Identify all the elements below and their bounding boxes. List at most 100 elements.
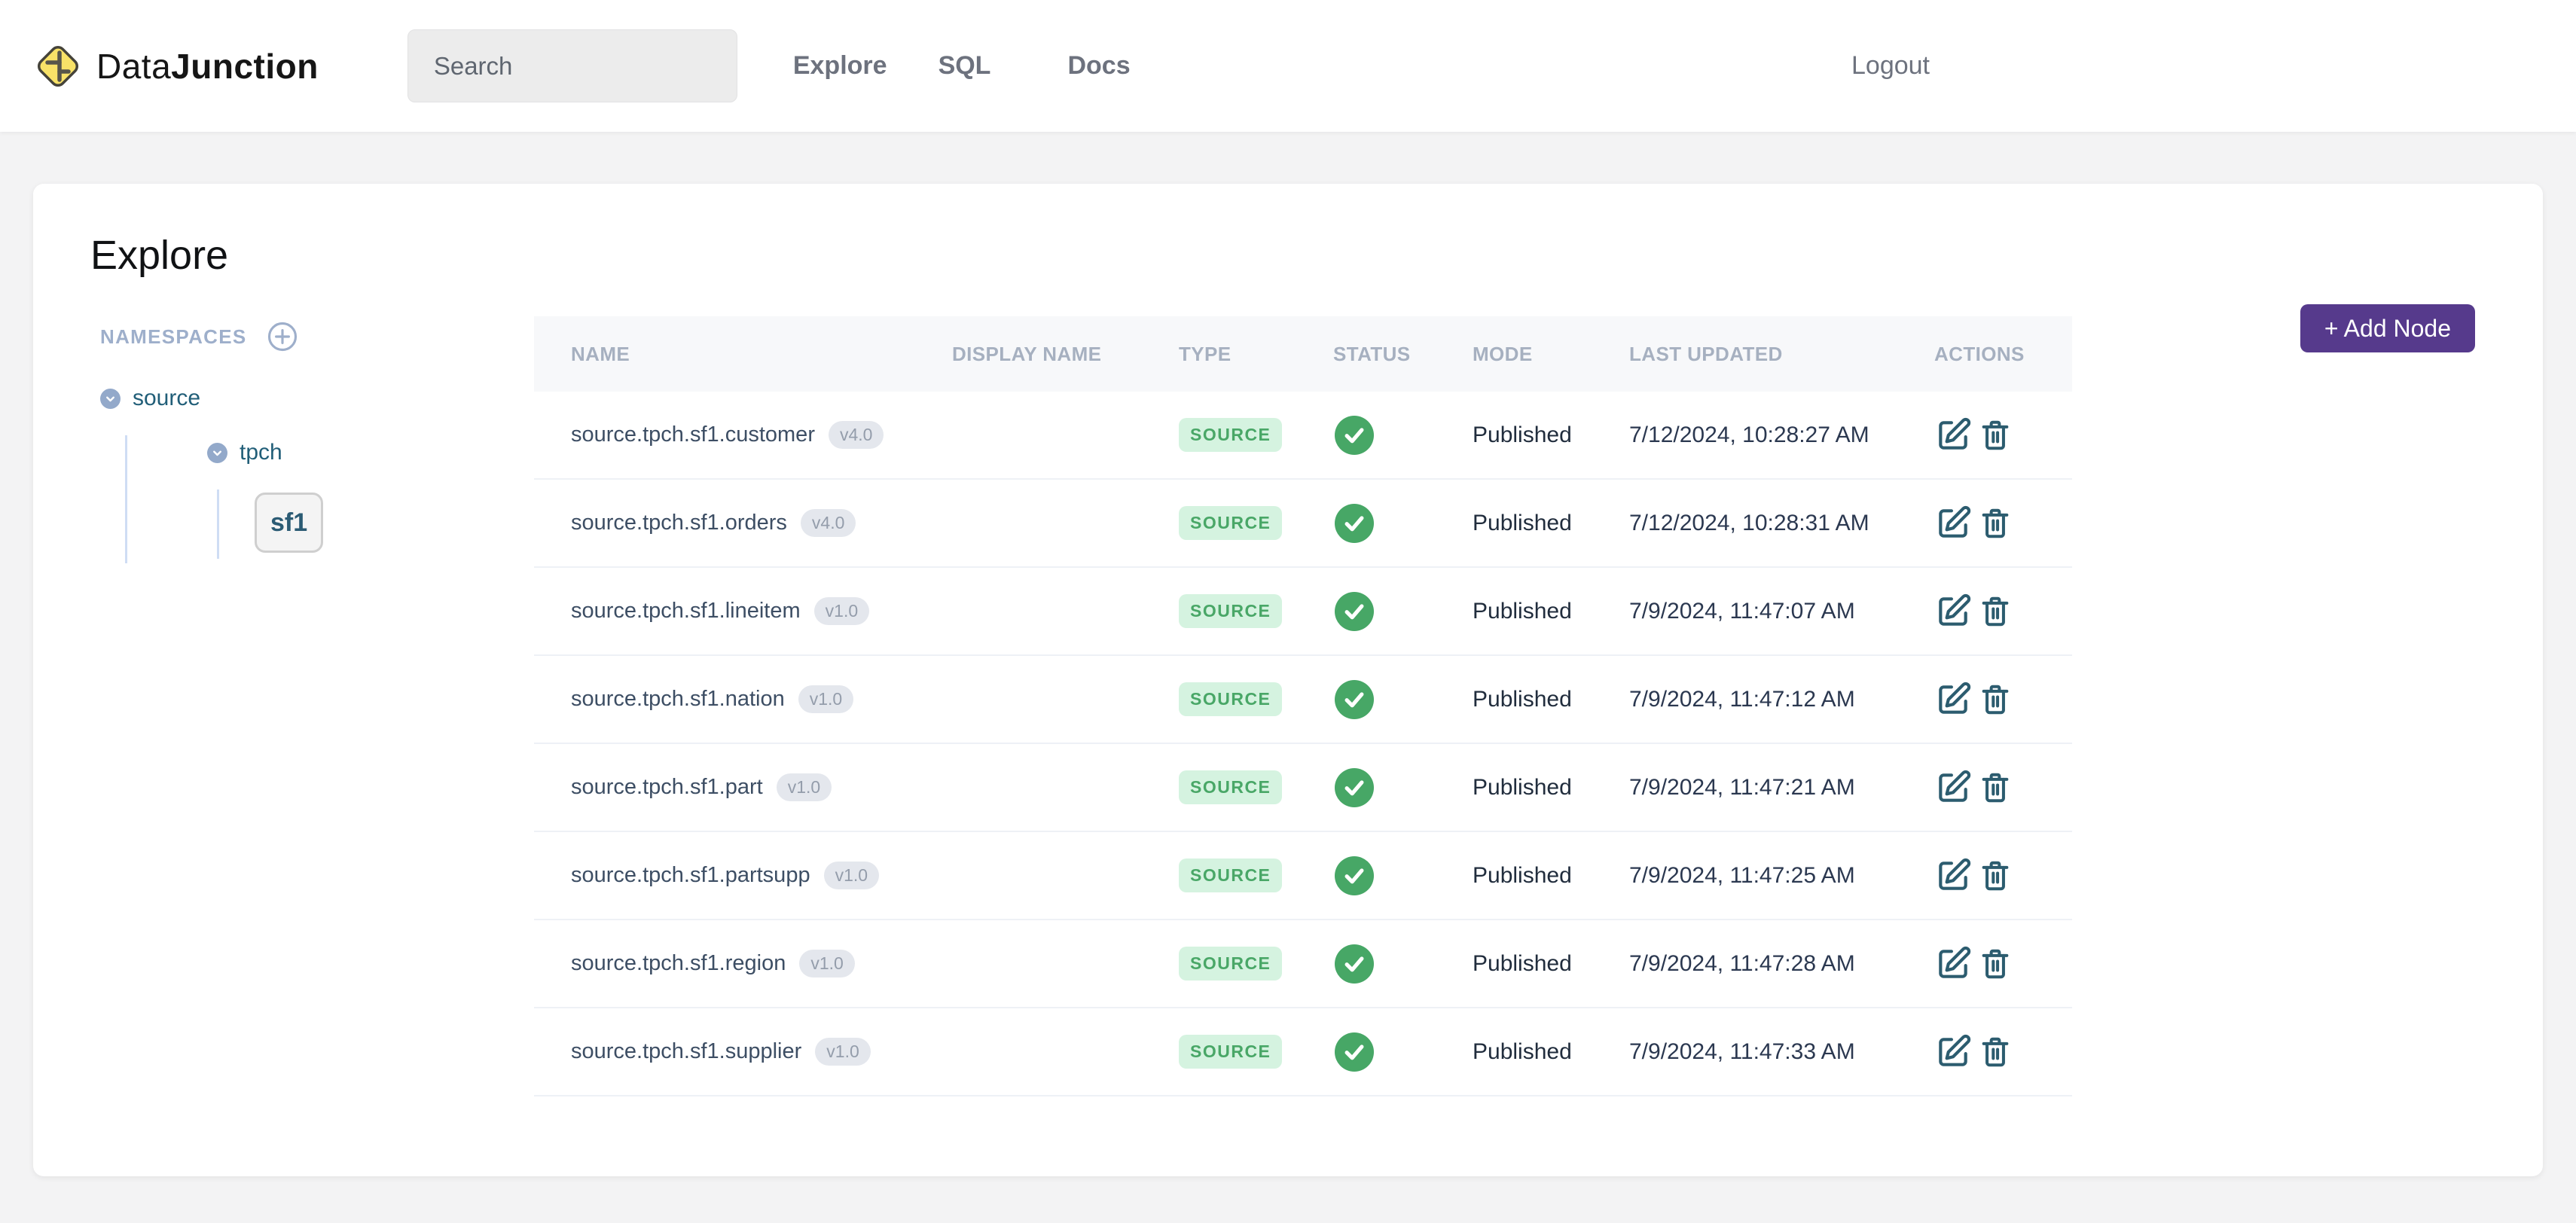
- table-body: source.tpch.sf1.customer v4.0 SOURCE Pub…: [534, 392, 2072, 1096]
- status-check-icon: [1335, 944, 1374, 984]
- edit-icon[interactable]: [1934, 505, 1972, 542]
- last-updated-cell: 7/12/2024, 10:28:31 AM: [1627, 511, 1932, 536]
- node-name-link[interactable]: source.tpch.sf1.supplier: [571, 1039, 801, 1064]
- node-name-link[interactable]: source.tpch.sf1.customer: [571, 422, 815, 447]
- top-navigation-bar: DataJunction Explore SQL Docs Logout: [0, 0, 2576, 132]
- version-badge: v1.0: [777, 773, 832, 801]
- node-name-link[interactable]: source.tpch.sf1.lineitem: [571, 599, 801, 624]
- type-badge: SOURCE: [1179, 947, 1282, 981]
- edit-icon[interactable]: [1934, 945, 1972, 983]
- last-updated-cell: 7/9/2024, 11:47:12 AM: [1627, 687, 1932, 712]
- type-badge: SOURCE: [1179, 594, 1282, 628]
- logout-button[interactable]: Logout: [1851, 51, 1930, 81]
- namespaces-panel: NAMESPACES: [33, 316, 534, 563]
- trash-icon[interactable]: [1978, 1033, 2013, 1071]
- tree-item-sf1-selected[interactable]: sf1: [255, 493, 323, 553]
- trash-icon[interactable]: [1978, 505, 2013, 542]
- column-header-type: TYPE: [1177, 343, 1331, 366]
- edit-icon[interactable]: [1934, 1033, 1972, 1071]
- status-check-icon: [1335, 680, 1374, 719]
- tree-item-source[interactable]: source: [100, 383, 534, 414]
- table-row: source.tpch.sf1.part v1.0 SOURCE Publish…: [534, 744, 2072, 832]
- status-check-icon: [1335, 504, 1374, 543]
- version-badge: v1.0: [815, 1038, 870, 1066]
- status-check-icon: [1335, 592, 1374, 631]
- trash-icon[interactable]: [1978, 681, 2013, 718]
- last-updated-cell: 7/12/2024, 10:28:27 AM: [1627, 422, 1932, 448]
- page-title: Explore: [90, 184, 2543, 279]
- trash-icon[interactable]: [1978, 857, 2013, 895]
- trash-icon[interactable]: [1978, 945, 2013, 983]
- explore-card: Explore NAMESPACES: [33, 184, 2543, 1176]
- last-updated-cell: 7/9/2024, 11:47:21 AM: [1627, 775, 1932, 801]
- node-name-link[interactable]: source.tpch.sf1.region: [571, 951, 786, 976]
- mode-cell: Published: [1470, 422, 1627, 448]
- type-badge: SOURCE: [1179, 1035, 1282, 1069]
- add-node-button[interactable]: + Add Node: [2300, 304, 2475, 352]
- type-badge: SOURCE: [1179, 506, 1282, 540]
- table-row: source.tpch.sf1.lineitem v1.0 SOURCE Pub…: [534, 568, 2072, 656]
- nav-link-docs[interactable]: Docs: [1067, 51, 1130, 81]
- last-updated-cell: 7/9/2024, 11:47:07 AM: [1627, 599, 1932, 624]
- version-badge: v1.0: [798, 685, 853, 713]
- last-updated-cell: 7/9/2024, 11:47:28 AM: [1627, 951, 1932, 977]
- tree-item-label: source: [133, 386, 200, 411]
- status-check-icon: [1335, 856, 1374, 895]
- mode-cell: Published: [1470, 511, 1627, 536]
- nav-link-explore[interactable]: Explore: [793, 51, 887, 81]
- column-header-last-updated: LAST UPDATED: [1627, 343, 1932, 366]
- tree-item-tpch[interactable]: tpch: [207, 437, 534, 468]
- edit-icon[interactable]: [1934, 857, 1972, 895]
- version-badge: v1.0: [814, 597, 869, 625]
- column-header-name: NAME: [534, 343, 950, 366]
- status-check-icon: [1335, 416, 1374, 455]
- mode-cell: Published: [1470, 687, 1627, 712]
- node-name-link[interactable]: source.tpch.sf1.part: [571, 775, 763, 800]
- table-header-row: NAME DISPLAY NAME TYPE STATUS MODE LAST …: [534, 316, 2072, 392]
- type-badge: SOURCE: [1179, 859, 1282, 892]
- brand[interactable]: DataJunction: [33, 41, 319, 91]
- mode-cell: Published: [1470, 951, 1627, 977]
- table-row: source.tpch.sf1.supplier v1.0 SOURCE Pub…: [534, 1008, 2072, 1096]
- last-updated-cell: 7/9/2024, 11:47:33 AM: [1627, 1039, 1932, 1065]
- node-name-link[interactable]: source.tpch.sf1.orders: [571, 511, 787, 535]
- brand-name: DataJunction: [96, 46, 319, 87]
- last-updated-cell: 7/9/2024, 11:47:25 AM: [1627, 863, 1932, 889]
- mode-cell: Published: [1470, 775, 1627, 801]
- version-badge: v4.0: [801, 509, 856, 537]
- table-row: source.tpch.sf1.nation v1.0 SOURCE Publi…: [534, 656, 2072, 744]
- tree-item-label: tpch: [240, 440, 282, 465]
- mode-cell: Published: [1470, 863, 1627, 889]
- table-row: source.tpch.sf1.customer v4.0 SOURCE Pub…: [534, 392, 2072, 480]
- version-badge: v1.0: [799, 950, 854, 977]
- table-row: source.tpch.sf1.partsupp v1.0 SOURCE Pub…: [534, 832, 2072, 920]
- namespace-tree: source tpch sf1: [100, 383, 534, 563]
- trash-icon[interactable]: [1978, 593, 2013, 630]
- column-header-actions: ACTIONS: [1932, 343, 2072, 366]
- add-namespace-icon[interactable]: [267, 321, 298, 352]
- mode-cell: Published: [1470, 1039, 1627, 1065]
- mode-cell: Published: [1470, 599, 1627, 624]
- edit-icon[interactable]: [1934, 681, 1972, 718]
- trash-icon[interactable]: [1978, 416, 2013, 454]
- node-name-link[interactable]: source.tpch.sf1.partsupp: [571, 863, 810, 888]
- main-nav: Explore SQL Docs: [793, 51, 1131, 81]
- trash-icon[interactable]: [1978, 769, 2013, 807]
- chevron-down-icon: [100, 389, 121, 409]
- search-input[interactable]: [407, 29, 737, 102]
- table-row: source.tpch.sf1.orders v4.0 SOURCE Publi…: [534, 480, 2072, 568]
- nodes-table: NAME DISPLAY NAME TYPE STATUS MODE LAST …: [534, 316, 2072, 1096]
- nav-link-sql[interactable]: SQL: [939, 51, 991, 81]
- chevron-down-icon: [207, 443, 227, 463]
- edit-icon[interactable]: [1934, 769, 1972, 807]
- edit-icon[interactable]: [1934, 593, 1972, 630]
- edit-icon[interactable]: [1934, 416, 1972, 454]
- page-background: Explore NAMESPACES: [0, 132, 2576, 1176]
- type-badge: SOURCE: [1179, 418, 1282, 452]
- status-check-icon: [1335, 1032, 1374, 1072]
- table-row: source.tpch.sf1.region v1.0 SOURCE Publi…: [534, 920, 2072, 1008]
- column-header-display-name: DISPLAY NAME: [950, 343, 1177, 366]
- version-badge: v1.0: [824, 862, 879, 889]
- type-badge: SOURCE: [1179, 770, 1282, 804]
- node-name-link[interactable]: source.tpch.sf1.nation: [571, 687, 785, 712]
